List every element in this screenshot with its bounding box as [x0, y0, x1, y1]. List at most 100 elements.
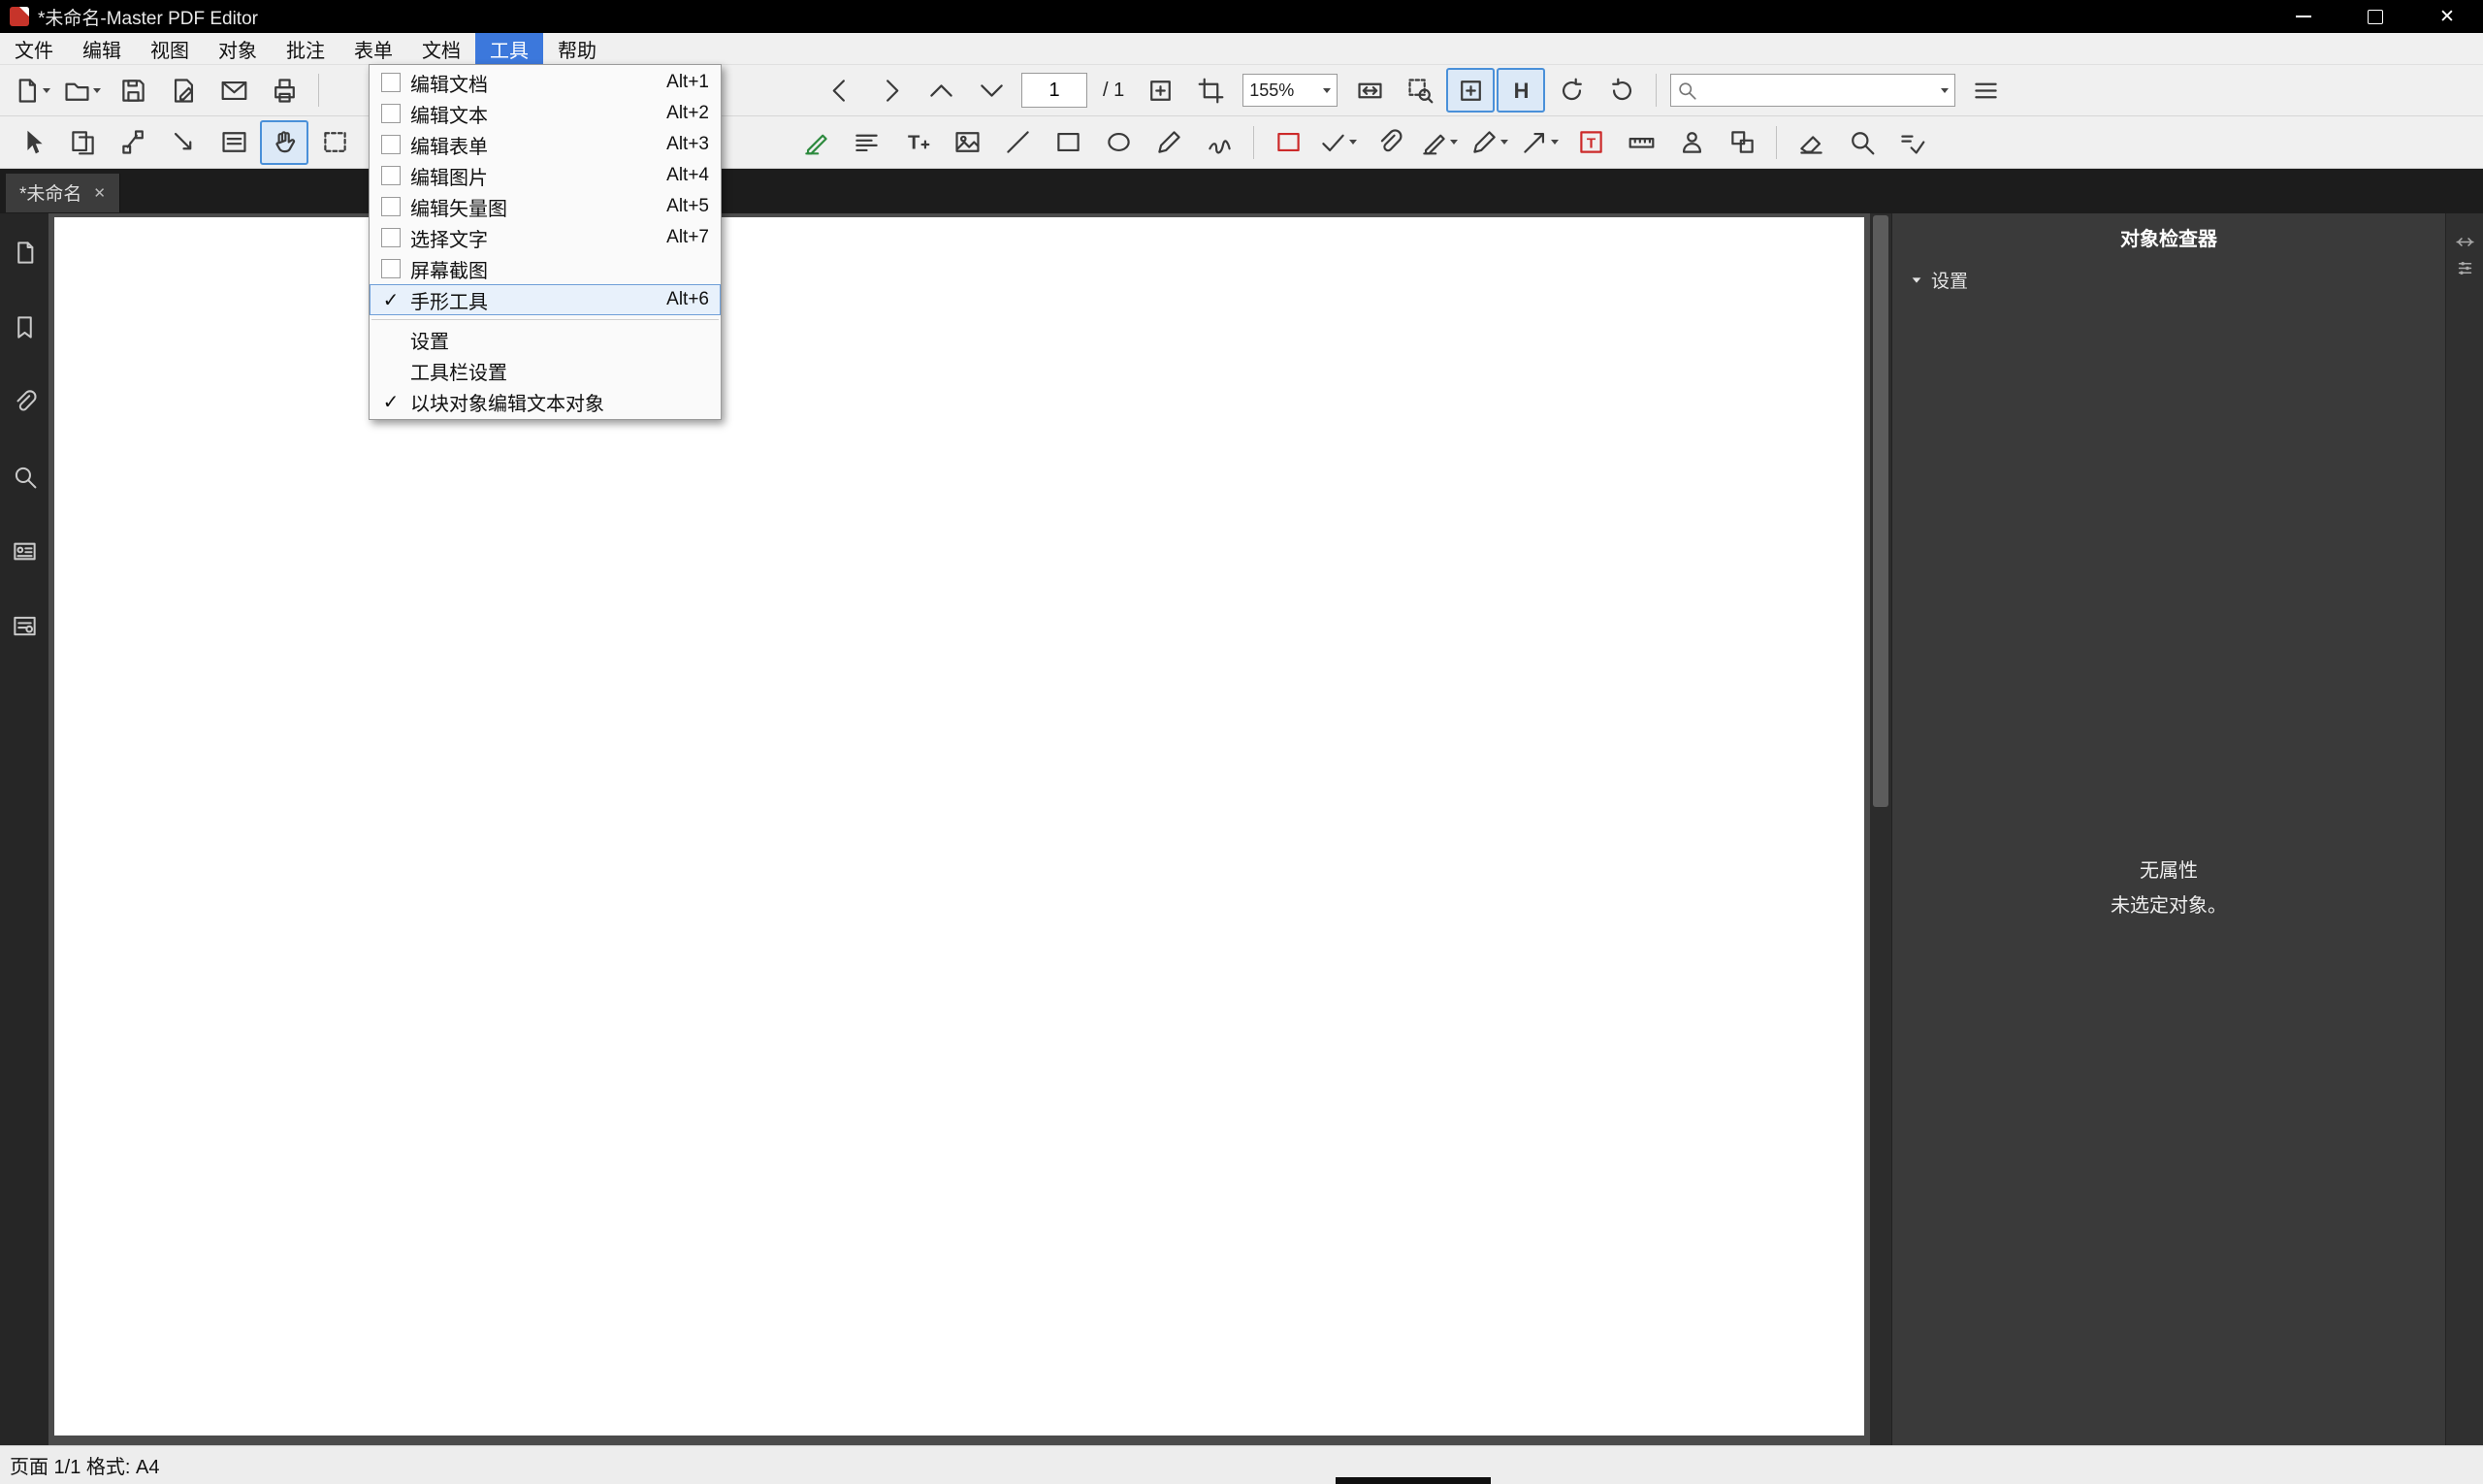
menu-comment[interactable]: 批注	[272, 33, 339, 64]
save-button[interactable]	[109, 68, 157, 113]
email-button[interactable]	[210, 68, 258, 113]
pencil-tool-button[interactable]	[1145, 120, 1193, 165]
tools-menu-item-edit-images[interactable]: 编辑图片Alt+4	[370, 160, 721, 191]
arrange-pages-button[interactable]	[1718, 120, 1766, 165]
attach-file-annotation-button[interactable]	[1365, 120, 1413, 165]
scrollbar-thumb[interactable]	[1873, 215, 1888, 807]
loupe-button[interactable]	[1837, 120, 1886, 165]
tools-dropdown-menu: 编辑文档Alt+1编辑文本Alt+2编辑表单Alt+3编辑图片Alt+4编辑矢量…	[369, 64, 722, 420]
pdf-page[interactable]	[54, 217, 1864, 1436]
marquee-select-button[interactable]	[310, 120, 359, 165]
crop-pages-button[interactable]	[1186, 68, 1235, 113]
text-box-annotation-button[interactable]: T	[1566, 120, 1615, 165]
rotate-cw-button[interactable]	[1597, 68, 1646, 113]
zoom-select[interactable]: 155%	[1242, 74, 1338, 107]
measure-button[interactable]	[1617, 120, 1665, 165]
next-page-button[interactable]	[866, 68, 915, 113]
line-tool-button[interactable]	[993, 120, 1042, 165]
ellipse-tool-button[interactable]	[1094, 120, 1143, 165]
document-tab-label: *未命名	[19, 179, 81, 206]
select-tool-button[interactable]	[8, 120, 56, 165]
zoom-area-button[interactable]	[1396, 68, 1444, 113]
tools-menu-item-edit-vector[interactable]: 编辑矢量图Alt+5	[370, 191, 721, 222]
menu-document[interactable]: 文档	[407, 33, 475, 64]
menu-item-label: 编辑表单	[410, 131, 639, 159]
search-input[interactable]	[1700, 79, 1934, 102]
stamp-button[interactable]	[1667, 120, 1716, 165]
thumbnails-panel-icon[interactable]	[13, 539, 37, 564]
menu-item-shortcut: Alt+5	[666, 196, 709, 217]
menu-edit[interactable]: 编辑	[68, 33, 136, 64]
fit-visible-button[interactable]	[1446, 68, 1495, 113]
rotate-ccw-button[interactable]	[1547, 68, 1596, 113]
edit-document-button[interactable]	[58, 120, 107, 165]
edit-object-button[interactable]	[109, 120, 157, 165]
menu-file[interactable]: 文件	[0, 33, 68, 64]
close-button[interactable]: ✕	[2411, 0, 2483, 33]
menu-help[interactable]: 帮助	[543, 33, 611, 64]
arrange-objects-button[interactable]	[842, 120, 890, 165]
vertical-scrollbar[interactable]	[1870, 213, 1891, 1445]
hand-tool-button[interactable]	[260, 120, 308, 165]
tools-menu-item-edit-text-as-block[interactable]: ✓以块对象编辑文本对象	[370, 386, 721, 417]
add-image-button[interactable]	[943, 120, 991, 165]
dropdown-caret-icon	[1500, 140, 1508, 145]
select-object-button[interactable]	[159, 120, 208, 165]
check-annotation-button[interactable]	[1314, 120, 1363, 165]
inspector-settings-section[interactable]: 设置	[1892, 267, 2445, 293]
search-box[interactable]	[1670, 74, 1955, 107]
hand-tool-toggle[interactable]: H	[1497, 68, 1545, 113]
highlight-text-button[interactable]	[1415, 120, 1464, 165]
attachments-panel-icon[interactable]	[13, 390, 37, 414]
tools-menu-item-hand-tool[interactable]: ✓手形工具Alt+6	[370, 284, 721, 315]
menu-item-label: 工具栏设置	[410, 357, 682, 385]
signatures-panel-icon[interactable]	[13, 614, 37, 638]
rect-icon	[1275, 129, 1302, 155]
search-panel-icon[interactable]	[13, 465, 37, 489]
tools-menu-item-edit-document[interactable]: 编辑文档Alt+1	[370, 67, 721, 98]
tools-menu-item-toolbar-settings[interactable]: 工具栏设置	[370, 355, 721, 386]
add-text-button[interactable]: T	[892, 120, 941, 165]
document-canvas[interactable]	[48, 213, 1891, 1445]
minimize-button[interactable]	[2268, 0, 2339, 33]
spellcheck-button[interactable]	[1887, 120, 1936, 165]
bookmarks-panel-icon[interactable]	[13, 315, 37, 339]
pages-panel-icon[interactable]	[13, 241, 37, 265]
print-button[interactable]	[260, 68, 308, 113]
page-up-button[interactable]	[917, 68, 965, 113]
checkbox-icon	[377, 197, 404, 216]
document-tab[interactable]: *未命名 ✕	[6, 174, 120, 212]
signature-tool-button[interactable]	[1195, 120, 1243, 165]
menu-object[interactable]: 对象	[204, 33, 272, 64]
prev-page-button[interactable]	[816, 68, 864, 113]
page-number-input[interactable]	[1021, 73, 1087, 108]
search-options-button[interactable]	[1961, 68, 2010, 113]
tools-menu-item-edit-text[interactable]: 编辑文本Alt+2	[370, 98, 721, 129]
menu-tools[interactable]: 工具	[475, 33, 543, 64]
tools-menu-item-screenshot[interactable]: 屏幕截图	[370, 253, 721, 284]
rect-annotation-button[interactable]	[1264, 120, 1312, 165]
new-document-button[interactable]	[8, 68, 56, 113]
highlight-fields-button[interactable]	[791, 120, 840, 165]
arrow-annotation-button[interactable]	[1516, 120, 1564, 165]
rect-tool-button[interactable]	[1044, 120, 1092, 165]
edit-forms-button[interactable]	[210, 120, 258, 165]
dropdown-caret-icon	[1551, 140, 1559, 145]
tools-menu-item-edit-forms[interactable]: 编辑表单Alt+3	[370, 129, 721, 160]
fit-width-button[interactable]	[1345, 68, 1394, 113]
save-as-button[interactable]	[159, 68, 208, 113]
fit-page-button[interactable]	[1136, 68, 1184, 113]
open-button[interactable]	[58, 68, 107, 113]
maximize-button[interactable]	[2339, 0, 2411, 33]
draw-annotation-button[interactable]	[1466, 120, 1514, 165]
tools-menu-item-select-text[interactable]: 选择文字Alt+7	[370, 222, 721, 253]
page-down-button[interactable]	[967, 68, 1016, 113]
tools-menu-item-settings[interactable]: 设置	[370, 324, 721, 355]
panel-splitter-icon[interactable]	[2456, 233, 2474, 251]
tab-close-icon[interactable]: ✕	[93, 184, 106, 202]
eraser-button[interactable]	[1787, 120, 1835, 165]
menu-forms[interactable]: 表单	[339, 33, 407, 64]
panel-options-icon[interactable]	[2456, 259, 2474, 277]
menu-view[interactable]: 视图	[136, 33, 204, 64]
stamp-icon	[1679, 129, 1705, 155]
